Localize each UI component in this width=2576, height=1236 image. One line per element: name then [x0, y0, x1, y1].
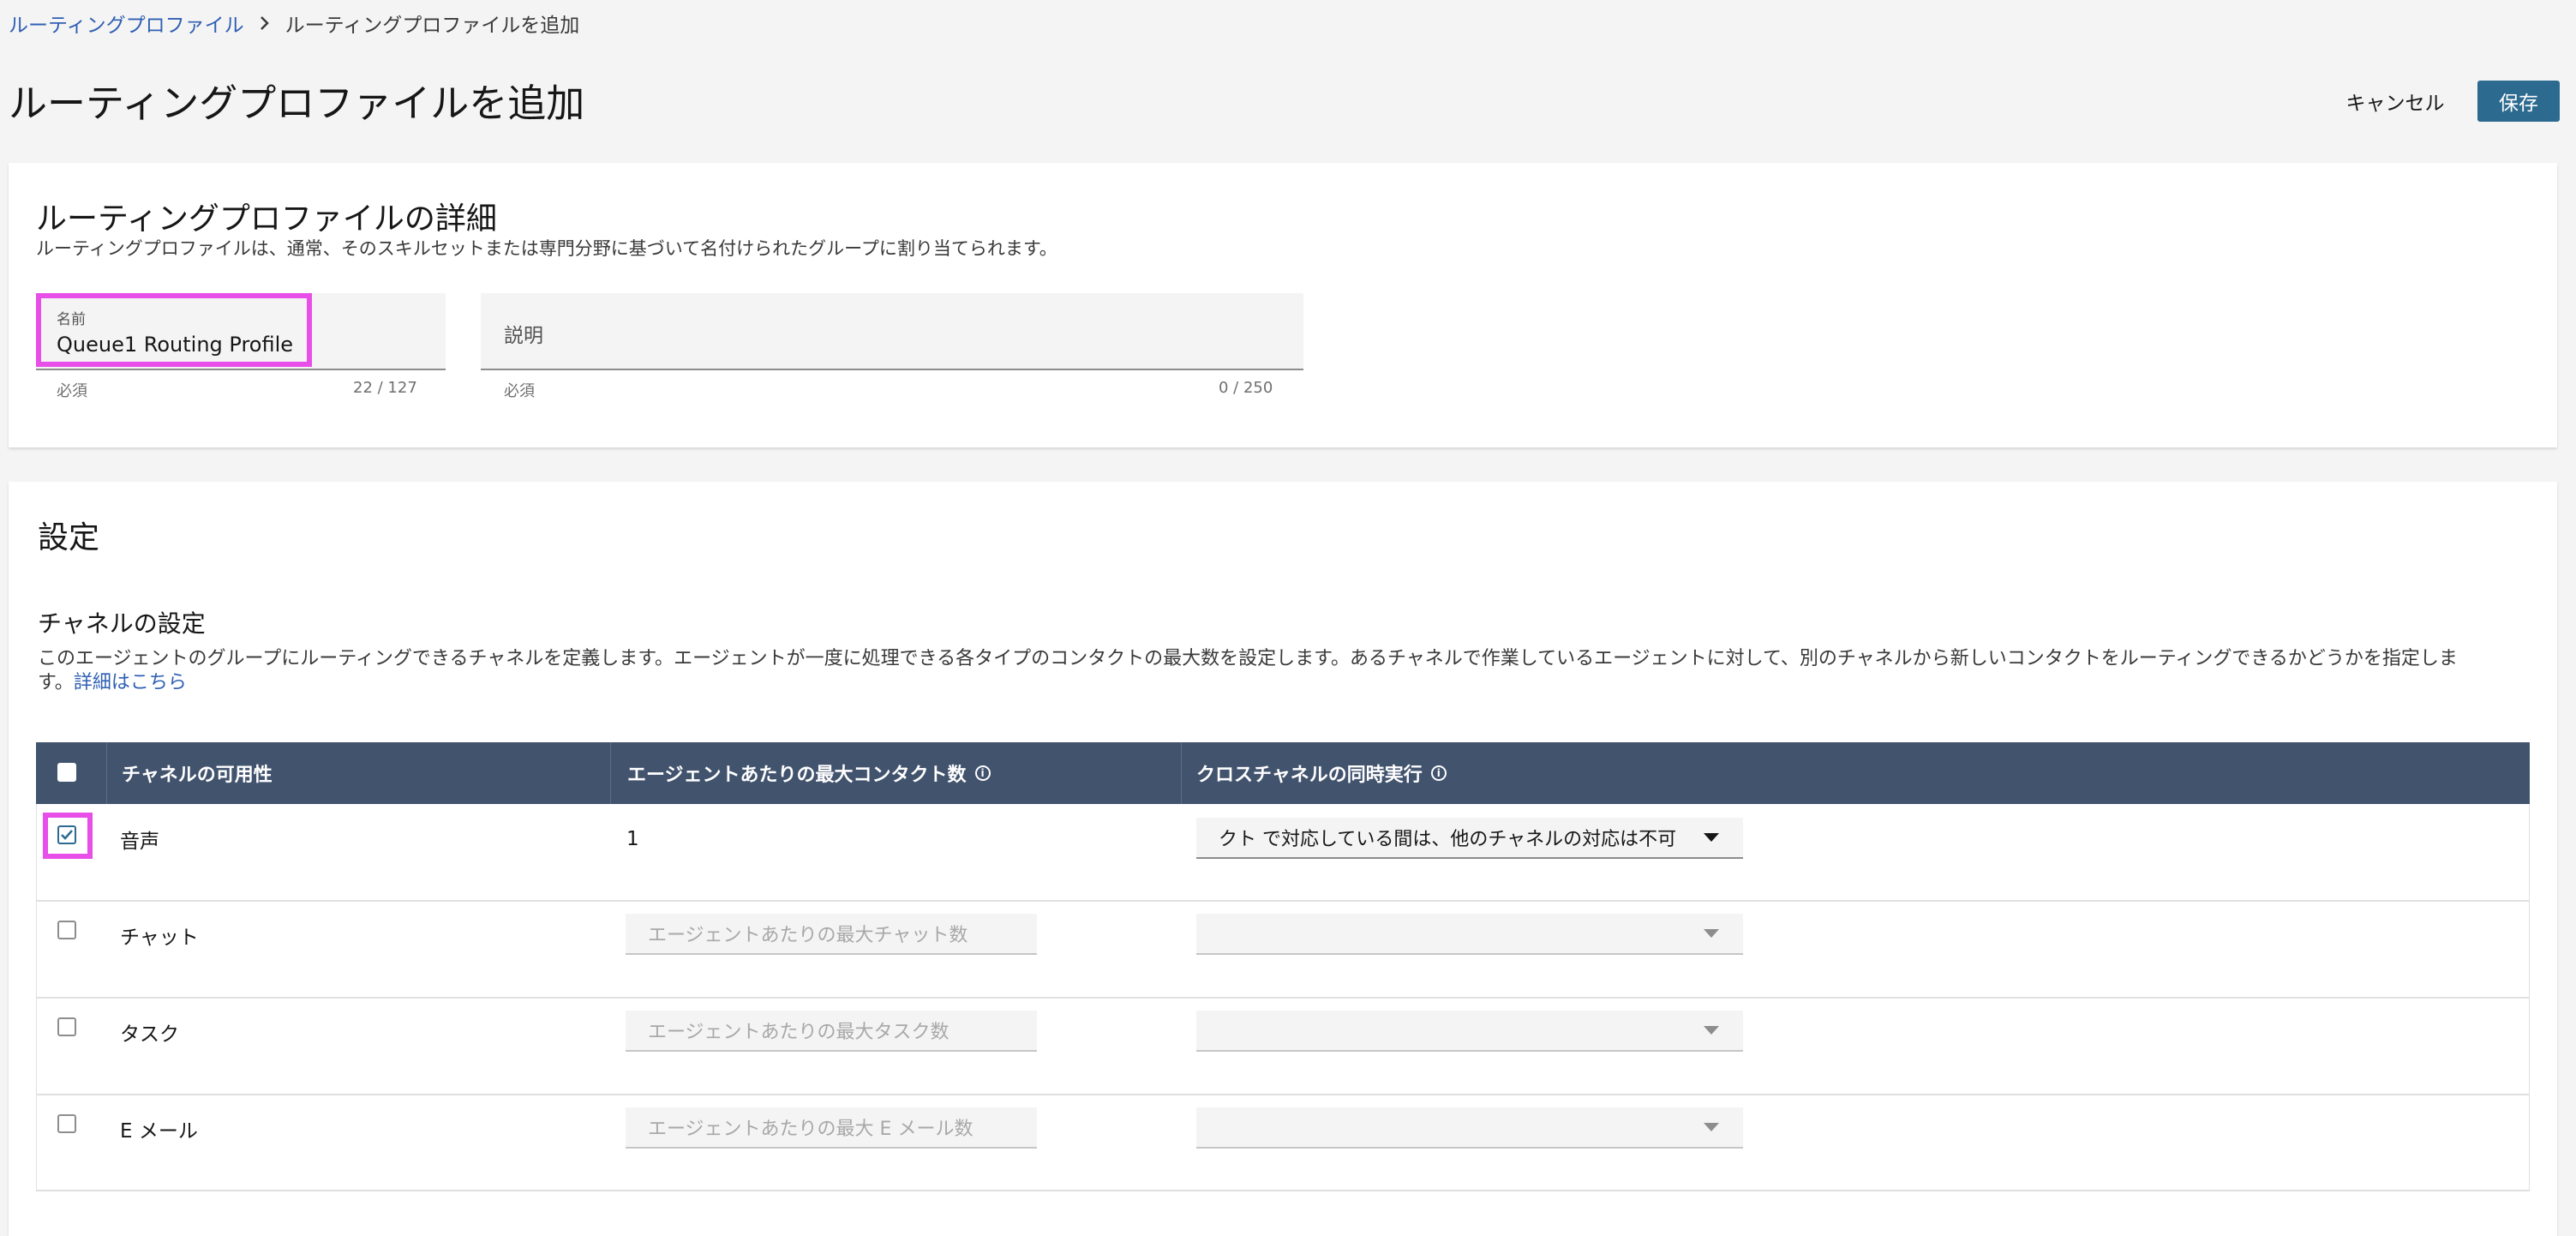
breadcrumb-link-routing-profiles[interactable]: ルーティングプロファイル	[9, 9, 244, 38]
channel-name-chat: チャット	[120, 927, 199, 949]
header-divider	[1181, 742, 1182, 804]
voice-checkbox[interactable]	[57, 825, 76, 844]
voice-max-contacts[interactable]: 1	[626, 828, 639, 850]
checkmark-icon	[61, 830, 73, 840]
header-max-contacts: エージェントあたりの最大コンタクト数 i	[627, 742, 991, 804]
chevron-down-icon	[1704, 1123, 1719, 1131]
task-checkbox[interactable]	[57, 1017, 76, 1036]
learn-more-link[interactable]: 詳細はこちら	[74, 672, 187, 693]
save-button[interactable]: 保存	[2477, 81, 2560, 122]
channel-settings-description-cont: す。詳細はこちら	[38, 667, 187, 694]
header-availability: チャネルの可用性	[122, 765, 273, 786]
email-checkbox[interactable]	[57, 1114, 76, 1133]
breadcrumb: ルーティングプロファイル ルーティングプロファイルを追加	[9, 9, 579, 38]
header-divider	[610, 742, 611, 804]
chevron-down-icon	[1704, 929, 1719, 938]
info-icon[interactable]: i	[1430, 765, 1447, 781]
chat-checkbox[interactable]	[57, 921, 76, 939]
description-char-counter: 0 / 250	[1219, 379, 1273, 397]
header-max-contacts-label: エージェントあたりの最大コンタクト数	[627, 765, 967, 786]
page-title: ルーティングプロファイルを追加	[9, 81, 585, 126]
header-cross-channel: クロスチャネルの同時実行 i	[1196, 742, 1447, 804]
task-cross-channel-select[interactable]	[1196, 1011, 1743, 1052]
description-input[interactable]: 説明	[504, 319, 543, 348]
details-description: ルーティングプロファイルは、通常、そのスキルセットまたは専門分野に基づいて名付け…	[36, 238, 1057, 259]
info-icon[interactable]: i	[974, 765, 991, 781]
description-helper-text: 必須	[504, 382, 535, 400]
channel-name-email: E メール	[120, 1120, 198, 1143]
chevron-right-icon	[260, 15, 270, 31]
channel-settings-title: チャネルの設定	[38, 609, 206, 638]
task-max-contacts-input[interactable]: エージェントあたりの最大タスク数	[626, 1011, 1037, 1052]
channel-settings-description: このエージェントのグループにルーティングできるチャネルを定義します。エージェント…	[38, 648, 2458, 669]
description-field[interactable]	[481, 293, 1303, 370]
name-char-counter: 22 / 127	[353, 379, 417, 397]
voice-cross-channel-select[interactable]: クト で対応している間は、他のチャネルの対応は不可	[1196, 818, 1743, 859]
voice-cross-channel-value: クト で対応している間は、他のチャネルの対応は不可	[1219, 829, 1677, 850]
select-all-checkbox[interactable]	[57, 763, 76, 782]
chevron-down-icon	[1704, 1026, 1719, 1035]
row-divider	[36, 1190, 2530, 1191]
name-field-label: 名前	[57, 311, 86, 328]
email-max-contacts-input[interactable]: エージェントあたりの最大 E メール数	[626, 1107, 1037, 1149]
name-input[interactable]: Queue1 Routing Profile	[57, 333, 293, 357]
channel-name-task: タスク	[120, 1023, 179, 1046]
details-card: ルーティングプロファイルの詳細 ルーティングプロファイルは、通常、そのスキルセッ…	[9, 163, 2557, 447]
channel-name-voice: 音声	[120, 831, 159, 853]
details-title: ルーティングプロファイルの詳細	[36, 201, 497, 237]
header-cross-channel-label: クロスチャネルの同時実行	[1196, 765, 1423, 786]
chevron-down-icon	[1704, 833, 1719, 842]
email-cross-channel-select[interactable]	[1196, 1107, 1743, 1149]
name-helper-text: 必須	[57, 382, 87, 400]
cancel-button[interactable]: キャンセル	[2331, 82, 2459, 120]
settings-title: 設定	[38, 520, 100, 555]
channel-desc-end: す。	[38, 672, 74, 693]
chat-cross-channel-select[interactable]	[1196, 914, 1743, 955]
chat-max-contacts-input[interactable]: エージェントあたりの最大チャット数	[626, 914, 1037, 955]
header-divider	[106, 742, 107, 804]
breadcrumb-current: ルーティングプロファイルを追加	[285, 15, 580, 37]
